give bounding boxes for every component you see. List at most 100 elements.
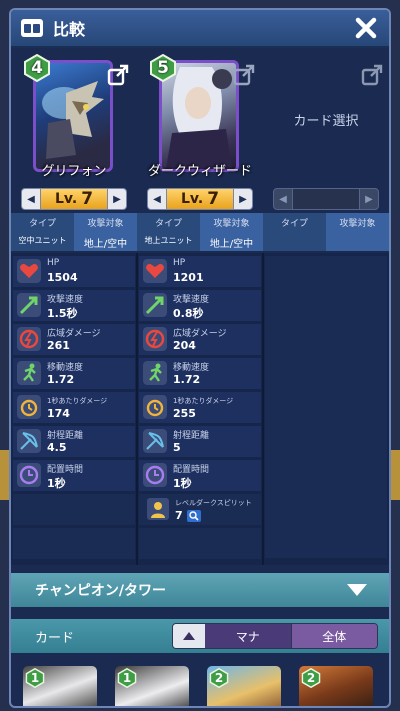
sort-mana-button[interactable]: マナ: [205, 624, 291, 648]
level-increase-button[interactable]: ▶: [107, 188, 127, 210]
stat-spirit: レベルダークスピリット 7: [139, 494, 261, 525]
stat-dps: 1秒あたりダメージ 255: [139, 392, 261, 423]
stat-label: 射程距離: [47, 431, 84, 441]
stat-value: 1秒: [47, 477, 66, 490]
level-display: [293, 188, 359, 210]
stat-label: 攻撃速度: [173, 295, 210, 305]
attack-speed-icon: [143, 293, 167, 317]
spirit-value: 7: [175, 509, 183, 522]
column-divider: [262, 253, 264, 565]
stat-range: 射程距離 4.5: [13, 426, 135, 457]
stat-label: 攻撃速度: [47, 295, 84, 305]
card-slots: 4 グリフォン ◀ Lv. 7 ▶ 5 ダークウィザード ◀ Lv. 7 ▶ カ…: [11, 48, 389, 213]
heart-icon: [143, 259, 167, 283]
stat-empty: [139, 528, 261, 559]
stat-label: 広域ダメージ: [47, 329, 101, 339]
target-header: 攻撃対象: [87, 219, 124, 229]
stat-value: 1.72: [173, 373, 201, 386]
card-thumbnail[interactable]: 1: [23, 666, 97, 706]
stat-empty: [13, 494, 135, 525]
target-cell: 攻撃対象: [326, 213, 389, 251]
stat-label: 配置時間: [47, 465, 84, 475]
stat-label: HP: [47, 258, 60, 268]
card-slot-3-empty[interactable]: カード選択 ◀ ▶: [263, 48, 389, 213]
mana-cost: 1: [30, 671, 40, 685]
level-increase-button: ▶: [359, 188, 379, 210]
stat-value: 204: [173, 339, 196, 352]
stat-area-damage: 広域ダメージ 261: [13, 324, 135, 355]
stat-hp: HP 1201: [139, 256, 261, 287]
stat-value: 0.8秒: [173, 307, 204, 320]
sort-all-button[interactable]: 全体: [290, 624, 377, 648]
chevron-down-icon[interactable]: [345, 582, 369, 598]
type-cell: タイプ: [263, 213, 326, 251]
stat-label: 移動速度: [173, 363, 210, 373]
type-target-row: タイプ 空中ユニット 攻撃対象 地上/空中 タイプ 地上ユニット 攻撃対象 地上…: [11, 213, 389, 251]
mana-cost: 4: [31, 58, 43, 78]
area-damage-icon: [143, 327, 167, 351]
mana-cost-badge: 2: [301, 667, 321, 689]
card-slot-1[interactable]: 4 グリフォン ◀ Lv. 7 ▶: [11, 48, 137, 213]
level-decrease-button[interactable]: ◀: [21, 188, 41, 210]
stat-label: 配置時間: [173, 465, 210, 475]
magnify-icon[interactable]: [187, 510, 201, 522]
title-bar: 比較: [11, 10, 389, 48]
card-thumbnail[interactable]: 2: [207, 666, 281, 706]
champion-tower-label: チャンピオン/タワー: [35, 583, 166, 599]
mana-cost-badge: 1: [117, 667, 137, 689]
heart-icon: [17, 259, 41, 283]
card-slot-2[interactable]: 5 ダークウィザード ◀ Lv. 7 ▶: [137, 48, 263, 213]
select-card-label[interactable]: カード選択: [263, 110, 389, 129]
dps-icon: [143, 395, 167, 419]
champion-tower-bar[interactable]: チャンピオン/タワー: [11, 573, 389, 607]
level-prefix: Lv.: [180, 191, 204, 207]
level-decrease-button: ◀: [273, 188, 293, 210]
level-decrease-button[interactable]: ◀: [147, 188, 167, 210]
card-thumbnail[interactable]: 1: [115, 666, 189, 706]
level-selector-disabled: ◀ ▶: [273, 188, 379, 210]
level-increase-button[interactable]: ▶: [233, 188, 253, 210]
card-thumbnail[interactable]: 2: [299, 666, 373, 706]
stat-deploy-time: 配置時間 1秒: [139, 460, 261, 491]
mana-cost: 5: [157, 58, 169, 78]
stat-area-damage: 広域ダメージ 204: [139, 324, 261, 355]
stat-empty: [13, 528, 135, 559]
type-cell: タイプ 空中ユニット: [11, 213, 74, 251]
spirit-avatar-icon: [147, 498, 169, 520]
stat-value: 1504: [47, 271, 78, 284]
type-value: 空中ユニット: [18, 236, 67, 245]
deploy-time-icon: [17, 463, 41, 487]
level-value: 7: [207, 189, 220, 209]
column-divider: [136, 253, 138, 565]
stat-label: 広域ダメージ: [173, 329, 227, 339]
mana-cost: 1: [122, 671, 132, 685]
stats-grid: HP 1504 攻撃速度 1.5秒 広域ダメージ 261 移動速度 1.72 1…: [11, 253, 389, 565]
sort-order-button[interactable]: [173, 624, 205, 648]
close-icon[interactable]: [353, 15, 379, 41]
stat-value: 1201: [173, 271, 204, 284]
stat-label: 移動速度: [47, 363, 84, 373]
stat-move-speed: 移動速度 1.72: [139, 358, 261, 389]
compare-cards-icon: [21, 19, 43, 37]
mana-cost-badge: 2: [209, 667, 229, 689]
deploy-time-icon: [143, 463, 167, 487]
type-header: タイプ: [28, 219, 56, 229]
open-card-detail-icon[interactable]: [107, 64, 129, 86]
stat-label: 1秒あたりダメージ: [47, 397, 108, 405]
card-bar-label: カード: [35, 630, 75, 646]
window-title: 比較: [53, 20, 86, 39]
target-value: 地上/空中: [83, 239, 128, 250]
card-name: グリフォン: [41, 164, 107, 179]
triangle-up-icon: [183, 632, 195, 640]
target-header: 攻撃対象: [339, 219, 376, 229]
open-card-detail-icon[interactable]: [233, 64, 255, 86]
stat-label: 1秒あたりダメージ: [173, 397, 234, 405]
level-selector: ◀ Lv. 7 ▶: [21, 188, 127, 210]
stat-value: 255: [173, 407, 196, 420]
type-cell: タイプ 地上ユニット: [137, 213, 200, 251]
card-list: 1 1 2 2: [11, 660, 389, 706]
stat-attack-speed: 攻撃速度 1.5秒: [13, 290, 135, 321]
type-header: タイプ: [280, 219, 308, 229]
range-bow-icon: [17, 429, 41, 453]
open-card-detail-icon[interactable]: [361, 64, 383, 86]
